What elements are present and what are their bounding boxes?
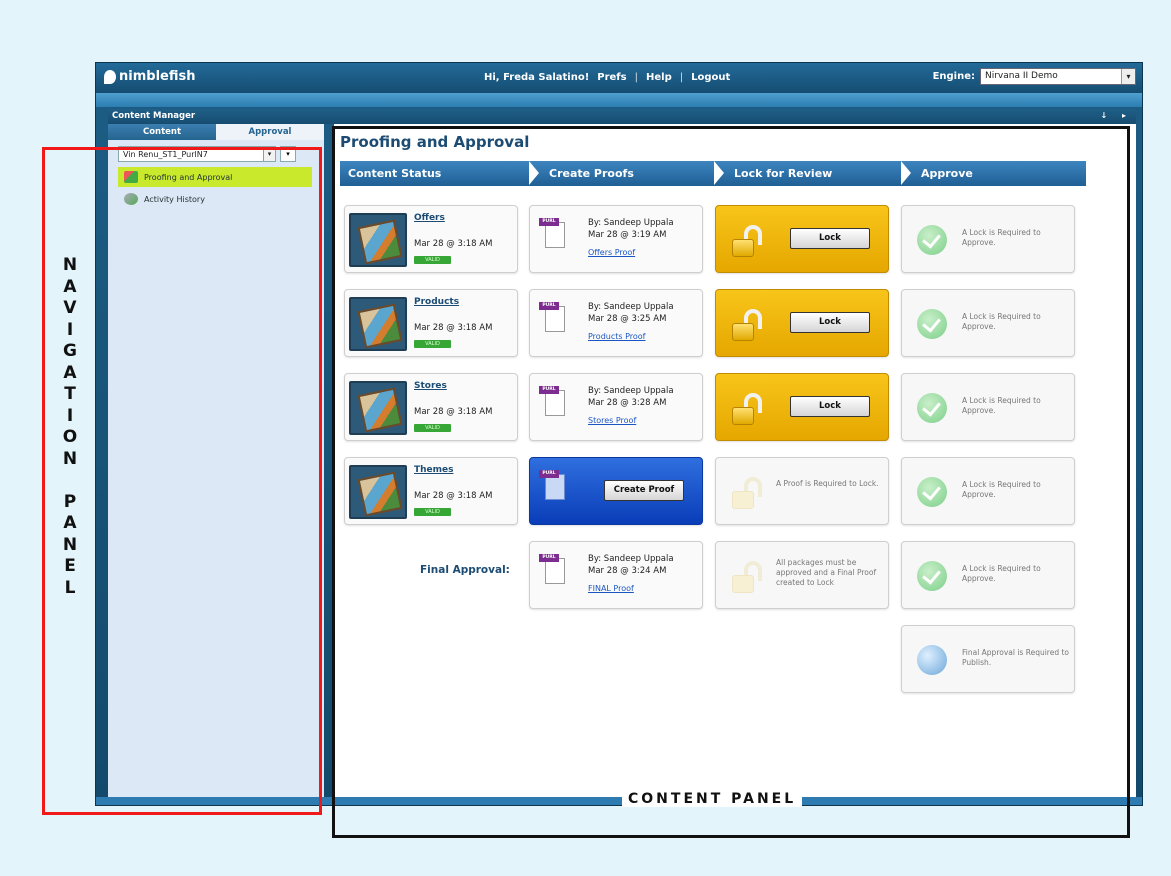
greeting-text: Hi, Freda Salatino! xyxy=(484,72,590,83)
navigation-panel-annotation-box xyxy=(42,147,322,815)
help-link[interactable]: Help xyxy=(646,72,672,83)
engine-label: Engine: xyxy=(932,71,975,82)
engine-select[interactable]: Nirvana II Demo ▾ xyxy=(980,68,1136,85)
nimblefish-logo[interactable]: nimblefish xyxy=(104,69,195,84)
content-panel-annotation-box xyxy=(332,126,1130,838)
sidebar-tabs: Content Approval xyxy=(108,124,324,140)
content-panel-label: CONTENT PANEL xyxy=(622,791,803,807)
logout-link[interactable]: Logout xyxy=(691,72,730,83)
engine-picker: Engine: Nirvana II Demo ▾ xyxy=(933,68,1136,85)
header-band xyxy=(96,93,1142,107)
top-bar: nimblefish Hi, Freda Salatino! Prefs | H… xyxy=(96,63,1142,93)
content-manager-title: Content Manager xyxy=(112,111,196,121)
tab-approval[interactable]: Approval xyxy=(216,124,324,140)
panel-controls-icon[interactable]: ↓ ▸ xyxy=(1100,111,1132,120)
fish-logo-icon xyxy=(104,69,116,84)
chevron-down-icon: ▾ xyxy=(1121,69,1135,84)
navigation-panel-label: N A V I G A T I O N P A N E L xyxy=(62,255,78,598)
user-links: Hi, Freda Salatino! Prefs | Help | Logou… xyxy=(484,72,731,83)
logo-text: nimblefish xyxy=(119,69,196,84)
prefs-link[interactable]: Prefs xyxy=(597,72,626,83)
content-manager-header: Content Manager ↓ ▸ xyxy=(108,109,1136,124)
tab-content[interactable]: Content xyxy=(108,124,216,140)
engine-value: Nirvana II Demo xyxy=(985,71,1058,81)
